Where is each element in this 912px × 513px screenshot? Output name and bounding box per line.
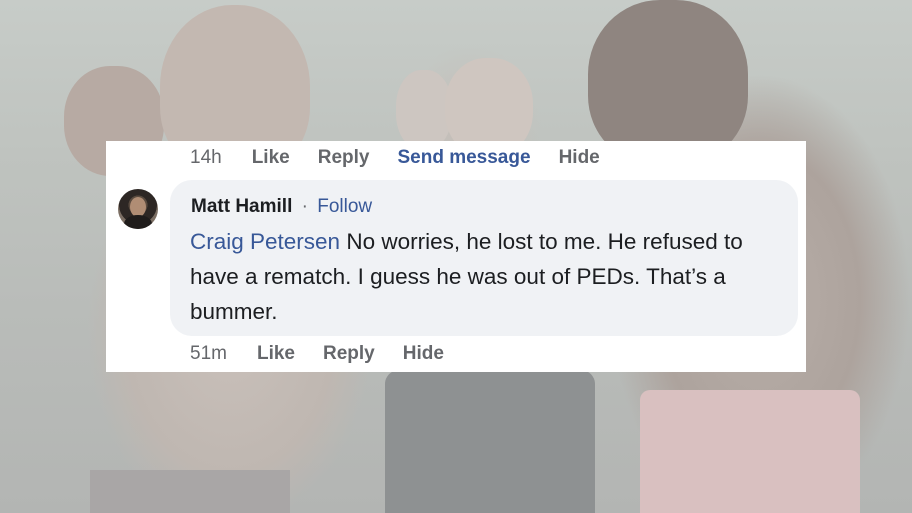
avatar[interactable] — [118, 189, 158, 229]
comment-meta: Matt Hamill · Follow — [191, 196, 372, 218]
fighter-right-shorts — [640, 390, 860, 513]
background-sign — [334, 0, 424, 14]
hide-button[interactable]: Hide — [559, 147, 600, 169]
mention-link[interactable]: Craig Petersen — [190, 229, 340, 254]
comment-timestamp[interactable]: 51m — [190, 343, 227, 365]
prev-comment-action-bar: 14h Like Reply Send message Hide — [190, 147, 628, 169]
hide-button[interactable]: Hide — [403, 343, 444, 365]
meta-separator: · — [301, 196, 308, 217]
comment-bubble: Matt Hamill · Follow Craig Petersen No w… — [170, 180, 798, 336]
comment-text: Craig Petersen No worries, he lost to me… — [190, 224, 780, 329]
fighter-left-shorts — [90, 470, 290, 513]
avatar-body — [124, 215, 152, 229]
comment-card: 14h Like Reply Send message Hide Matt Ha… — [106, 141, 806, 372]
background-person-center — [396, 70, 452, 150]
like-button[interactable]: Like — [252, 147, 290, 169]
reply-button[interactable]: Reply — [318, 147, 370, 169]
avatar-face — [130, 197, 146, 217]
comment-action-bar: 51m Like Reply Hide — [190, 343, 472, 365]
comment-author-name[interactable]: Matt Hamill — [191, 196, 292, 217]
like-button[interactable]: Like — [257, 343, 295, 365]
referee-shirt — [385, 370, 595, 513]
reply-button[interactable]: Reply — [323, 343, 375, 365]
follow-button[interactable]: Follow — [317, 196, 372, 217]
prev-comment-timestamp[interactable]: 14h — [190, 147, 222, 169]
send-message-button[interactable]: Send message — [397, 147, 530, 169]
